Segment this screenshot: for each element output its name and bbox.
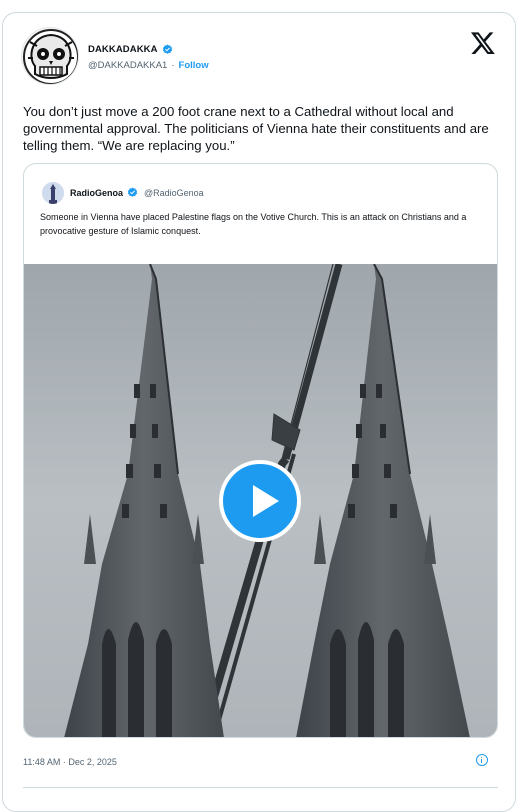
- quote-handle[interactable]: @RadioGenoa: [144, 188, 204, 198]
- quoted-tweet[interactable]: RadioGenoa @RadioGenoa Someone in Vienna…: [23, 163, 498, 738]
- info-icon[interactable]: [476, 754, 488, 766]
- verified-badge-icon: [162, 44, 172, 54]
- author-handle[interactable]: @DAKKADAKKA1: [88, 60, 167, 71]
- quote-text: Someone in Vienna have placed Palestine …: [40, 212, 467, 236]
- tweet-text: You don’t just move a 200 foot crane nex…: [23, 104, 489, 153]
- quote-author-row: RadioGenoa @RadioGenoa: [70, 187, 204, 198]
- tweet-timestamp[interactable]: 11:48 AM · Dec 2, 2025: [23, 757, 117, 767]
- tower-avatar-image: [42, 182, 64, 204]
- author-handle-row: @DAKKADAKKA1 · Follow: [88, 60, 209, 71]
- quote-display-name[interactable]: RadioGenoa: [70, 188, 123, 198]
- play-button[interactable]: [219, 460, 301, 542]
- follow-button[interactable]: Follow: [179, 60, 209, 71]
- author-avatar[interactable]: [21, 27, 79, 85]
- skull-avatar-image: [22, 28, 78, 84]
- x-logo-icon[interactable]: [470, 30, 496, 56]
- verified-badge-icon: [127, 187, 138, 197]
- quote-author-avatar[interactable]: [42, 182, 64, 204]
- author-display-name[interactable]: DAKKADAKKA: [88, 44, 158, 55]
- separator-dot: ·: [171, 60, 175, 71]
- divider: [23, 787, 498, 788]
- author-name-row: DAKKADAKKA: [88, 44, 173, 55]
- video-media[interactable]: [24, 264, 497, 737]
